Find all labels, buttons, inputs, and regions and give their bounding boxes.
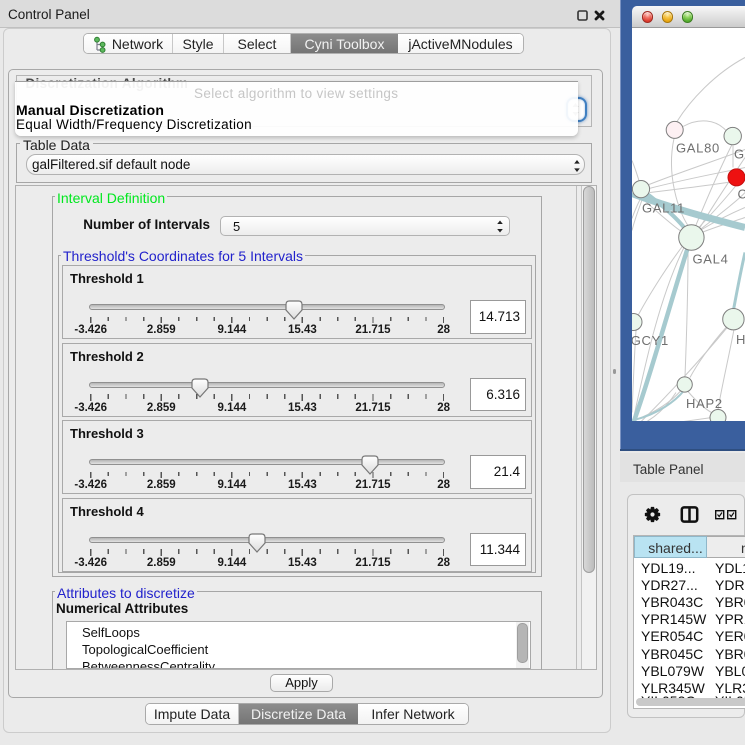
svg-text:GA: GA	[734, 146, 745, 161]
svg-text:GAL80: GAL80	[676, 140, 720, 155]
svg-text:H: H	[736, 332, 745, 347]
svg-text:HAP2: HAP2	[686, 396, 723, 411]
svg-text:GAL11: GAL11	[642, 200, 685, 215]
svg-text:C: C	[738, 186, 745, 201]
svg-text:GCY1: GCY1	[632, 333, 669, 348]
svg-text:GAL4: GAL4	[693, 251, 729, 266]
